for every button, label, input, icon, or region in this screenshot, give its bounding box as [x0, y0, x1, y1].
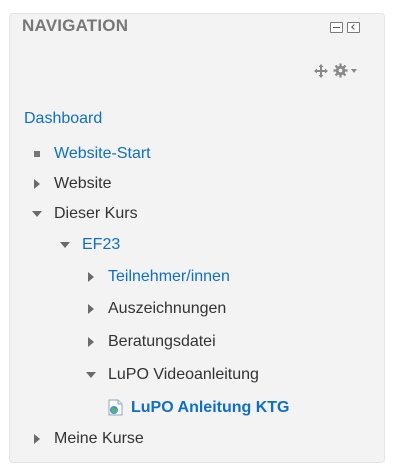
nav-item-beratungsdatei[interactable]: Beratungsdatei: [108, 332, 216, 352]
minus-icon[interactable]: [330, 22, 343, 33]
nav-item-dieser-kurs[interactable]: Dieser Kurs: [54, 204, 138, 224]
nav-item-label[interactable]: Dieser Kurs: [54, 204, 138, 224]
expand-icon[interactable]: [88, 337, 94, 347]
collapse-icon[interactable]: [86, 372, 96, 378]
nav-item-teilnehmer[interactable]: Teilnehmer/innen: [108, 267, 230, 287]
navigation-block: [9, 13, 385, 463]
expand-icon[interactable]: [34, 434, 40, 444]
nav-item-ef23[interactable]: EF23: [82, 235, 120, 255]
block-title: NAVIGATION: [22, 16, 129, 35]
bullet-icon: [34, 151, 40, 157]
expand-icon[interactable]: [34, 179, 40, 189]
nav-item-lupo-anleitung-ktg[interactable]: LuPO Anleitung KTG: [131, 398, 290, 418]
chevron-down-icon[interactable]: [351, 69, 357, 73]
nav-item-label[interactable]: LuPO Anleitung KTG: [131, 398, 290, 418]
nav-item-label[interactable]: LuPO Videoanleitung: [108, 365, 259, 385]
expand-icon[interactable]: [88, 272, 94, 282]
expand-icon[interactable]: [88, 304, 94, 314]
nav-item-label[interactable]: Auszeichnungen: [108, 299, 226, 319]
nav-item-website[interactable]: Website: [54, 174, 112, 194]
nav-item-label[interactable]: Dashboard: [24, 109, 102, 129]
collapse-icon[interactable]: [32, 211, 42, 217]
dock-icon[interactable]: [347, 22, 360, 33]
nav-item-website-start[interactable]: Website-Start: [54, 144, 151, 164]
nav-item-meine-kurse[interactable]: Meine Kurse: [54, 429, 144, 449]
nav-item-lupo-videoanleitung[interactable]: LuPO Videoanleitung: [108, 365, 259, 385]
nav-item-auszeichnungen[interactable]: Auszeichnungen: [108, 299, 226, 319]
nav-item-label[interactable]: EF23: [82, 235, 120, 255]
nav-item-label[interactable]: Website-Start: [54, 144, 151, 164]
nav-item-label[interactable]: Meine Kurse: [54, 429, 144, 449]
gear-icon[interactable]: [333, 63, 348, 78]
collapse-icon[interactable]: [60, 242, 70, 248]
move-icon[interactable]: [314, 64, 328, 78]
nav-item-label[interactable]: Website: [54, 174, 112, 194]
nav-item-label[interactable]: Teilnehmer/innen: [108, 267, 230, 287]
page-icon: [108, 399, 123, 416]
nav-item-label[interactable]: Beratungsdatei: [108, 332, 216, 352]
nav-item-dashboard[interactable]: Dashboard: [24, 109, 102, 129]
